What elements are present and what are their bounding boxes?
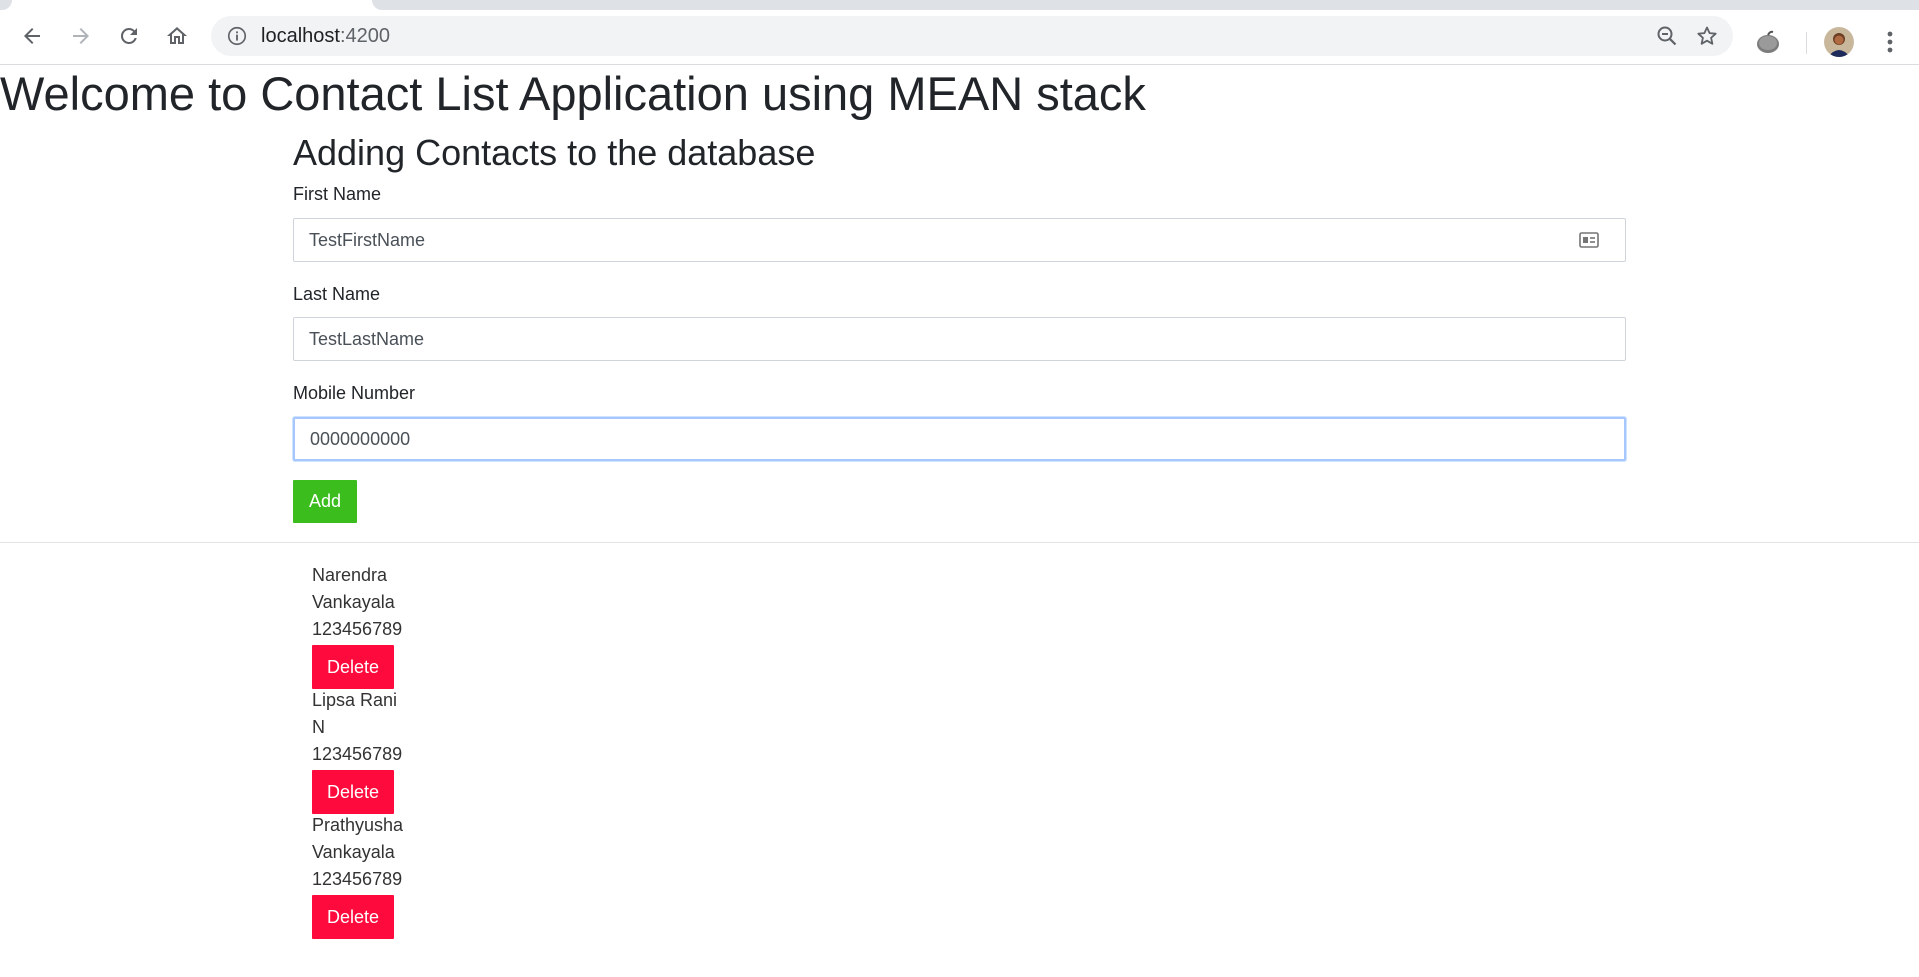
star-icon[interactable] <box>1695 24 1719 48</box>
contact-list: Narendra Vankayala 123456789 Delete Lips… <box>312 562 404 939</box>
contact-phone: 123456789 <box>312 744 403 764</box>
url-host: localhost <box>261 25 340 47</box>
mobile-number-label: Mobile Number <box>293 383 416 403</box>
contact-phone: 123456789 <box>312 869 403 889</box>
avatar[interactable] <box>1824 27 1854 57</box>
tab-strip <box>0 0 1919 10</box>
delete-button[interactable]: Delete <box>312 645 394 689</box>
contact-first-name: Narendra <box>312 565 388 585</box>
profile-icon <box>1824 27 1854 57</box>
url-port: :4200 <box>339 25 390 47</box>
info-icon <box>227 26 247 46</box>
last-name-label: Last Name <box>293 284 381 304</box>
first-name-field[interactable] <box>293 218 1626 262</box>
contact-last-name: Vankayala <box>312 592 395 612</box>
last-name-field[interactable] <box>293 317 1626 361</box>
contact-item: Narendra Vankayala 123456789 Delete <box>312 562 403 689</box>
contact-last-name: Vankayala <box>312 842 395 862</box>
form-title: Adding Contacts to the database <box>293 132 816 173</box>
kebab-menu-icon[interactable] <box>1874 26 1906 58</box>
back-button[interactable] <box>15 19 49 53</box>
delete-button[interactable]: Delete <box>312 895 394 939</box>
page-title: Welcome to Contact List Application usin… <box>0 67 1146 120</box>
delete-button[interactable]: Delete <box>312 770 394 814</box>
first-name-label: First Name <box>293 184 382 204</box>
arrow-right-icon <box>73 28 89 44</box>
contact-first-name: Lipsa Rani <box>312 690 398 710</box>
contact-last-name: N <box>312 717 325 737</box>
home-button[interactable] <box>160 19 194 53</box>
contact-phone: 123456789 <box>312 619 403 639</box>
add-button[interactable]: Add <box>293 480 357 523</box>
tab-edge <box>0 0 12 10</box>
reload-icon <box>120 27 137 44</box>
zoom-out-icon[interactable] <box>1655 24 1679 48</box>
tab-strip-background <box>372 0 1919 10</box>
contact-item: Prathyusha Vankayala 123456789 Delete <box>312 812 404 939</box>
url-text[interactable]: localhost:4200 <box>261 16 390 56</box>
mobile-number-field[interactable] <box>293 417 1626 461</box>
contact-card-icon[interactable] <box>1578 229 1600 251</box>
forward-button[interactable] <box>64 19 98 53</box>
toolbar-separator <box>1806 32 1807 54</box>
extension-icon[interactable] <box>1753 27 1783 57</box>
reload-button[interactable] <box>112 19 146 53</box>
contact-item: Lipsa Rani N 123456789 Delete <box>312 687 403 814</box>
divider <box>0 542 1919 543</box>
address-bar[interactable]: localhost:4200 <box>211 16 1733 56</box>
contact-first-name: Prathyusha <box>312 815 404 835</box>
browser-toolbar: localhost:4200 <box>0 10 1919 65</box>
site-info-button[interactable] <box>225 24 249 48</box>
add-contact-form: Adding Contacts to the database First Na… <box>293 128 1626 523</box>
arrow-left-icon <box>24 28 40 44</box>
home-icon <box>167 27 187 44</box>
